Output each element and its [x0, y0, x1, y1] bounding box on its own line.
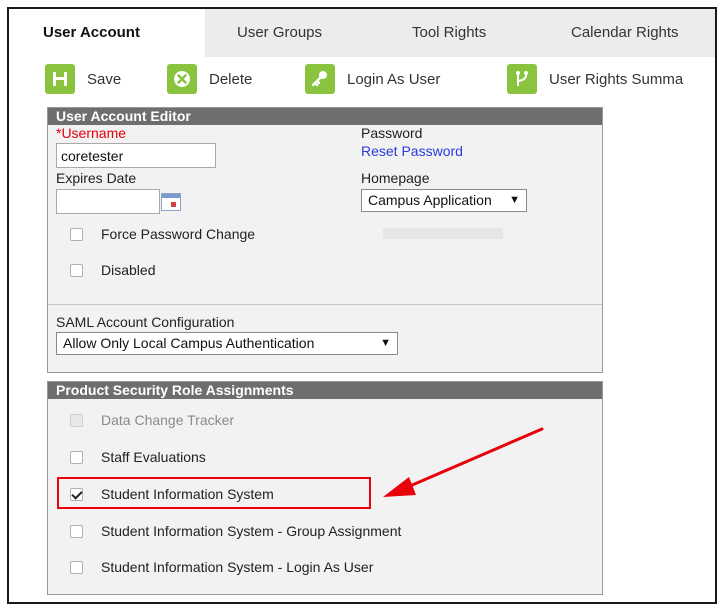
- login-as-user-label: Login As User: [347, 70, 441, 88]
- role-label: Staff Evaluations: [101, 449, 206, 465]
- homepage-label: Homepage: [361, 170, 430, 186]
- saml-select[interactable]: Allow Only Local Campus Authentication ▼: [56, 332, 398, 355]
- calendar-icon[interactable]: [161, 193, 181, 211]
- editor-header: User Account Editor: [48, 108, 602, 125]
- role-checkbox[interactable]: [70, 450, 83, 464]
- expires-date-label: Expires Date: [56, 170, 137, 186]
- divider: [48, 304, 602, 305]
- chevron-down-icon: ▼: [509, 194, 520, 206]
- toolbar: Save Delete Login As User User Rights Su…: [9, 57, 715, 100]
- delete-label: Delete: [209, 70, 253, 88]
- role-row[interactable]: Staff Evaluations: [70, 449, 206, 465]
- tab-bar: User Account User Groups Tool Rights Cal…: [9, 9, 715, 57]
- force-password-change-row[interactable]: Force Password Change: [70, 226, 255, 242]
- roles-header: Product Security Role Assignments: [48, 382, 602, 399]
- homepage-select[interactable]: Campus Application ▼: [361, 189, 527, 212]
- disabled-checkbox[interactable]: [70, 263, 83, 277]
- force-password-change-label: Force Password Change: [101, 226, 256, 242]
- saml-label: SAML Account Configuration: [56, 314, 235, 330]
- tab-user-account[interactable]: User Account: [9, 9, 205, 57]
- disabled-label: Disabled: [101, 262, 156, 278]
- highlight-box: [57, 477, 371, 509]
- password-label: Password: [361, 125, 423, 141]
- role-row: Data Change Tracker: [70, 412, 234, 428]
- role-checkbox[interactable]: [70, 560, 83, 574]
- disabled-row[interactable]: Disabled: [70, 262, 155, 278]
- annotation-arrow-icon: [383, 427, 544, 497]
- tab-user-groups[interactable]: User Groups: [237, 9, 322, 57]
- saml-value: Allow Only Local Campus Authentication: [63, 335, 315, 351]
- username-input[interactable]: [56, 143, 216, 168]
- username-label: *Username: [56, 125, 127, 141]
- tab-tool-rights[interactable]: Tool Rights: [412, 9, 486, 57]
- user-rights-summary-button[interactable]: User Rights Summa: [507, 64, 683, 94]
- reset-password-link[interactable]: Reset Password: [361, 143, 463, 159]
- chevron-down-icon: ▼: [380, 337, 391, 349]
- role-label: Student Information System - Login As Us…: [101, 559, 374, 575]
- role-label: Student Information System - Group Assig…: [101, 523, 402, 539]
- role-label: Data Change Tracker: [101, 412, 235, 428]
- role-checkbox: [70, 413, 83, 427]
- expires-date-input[interactable]: [56, 189, 160, 214]
- save-label: Save: [87, 70, 122, 88]
- delete-icon: [167, 64, 197, 94]
- save-button[interactable]: Save: [45, 64, 121, 94]
- save-icon: [45, 64, 75, 94]
- key-icon: [305, 64, 335, 94]
- force-password-change-checkbox[interactable]: [70, 227, 83, 241]
- branch-icon: [507, 64, 537, 94]
- role-row[interactable]: Student Information System - Group Assig…: [70, 523, 401, 539]
- delete-button[interactable]: Delete: [167, 64, 252, 94]
- user-account-window: User Account User Groups Tool Rights Cal…: [7, 7, 717, 604]
- role-row[interactable]: Student Information System - Login As Us…: [70, 559, 373, 575]
- login-as-user-button[interactable]: Login As User: [305, 64, 440, 94]
- homepage-value: Campus Application: [368, 192, 492, 208]
- user-rights-summary-label: User Rights Summa: [549, 70, 684, 88]
- faded-placeholder: [383, 228, 503, 239]
- role-checkbox[interactable]: [70, 524, 83, 538]
- tab-calendar-rights[interactable]: Calendar Rights: [571, 9, 679, 57]
- user-account-editor-panel: User Account Editor *Username Password R…: [47, 107, 603, 373]
